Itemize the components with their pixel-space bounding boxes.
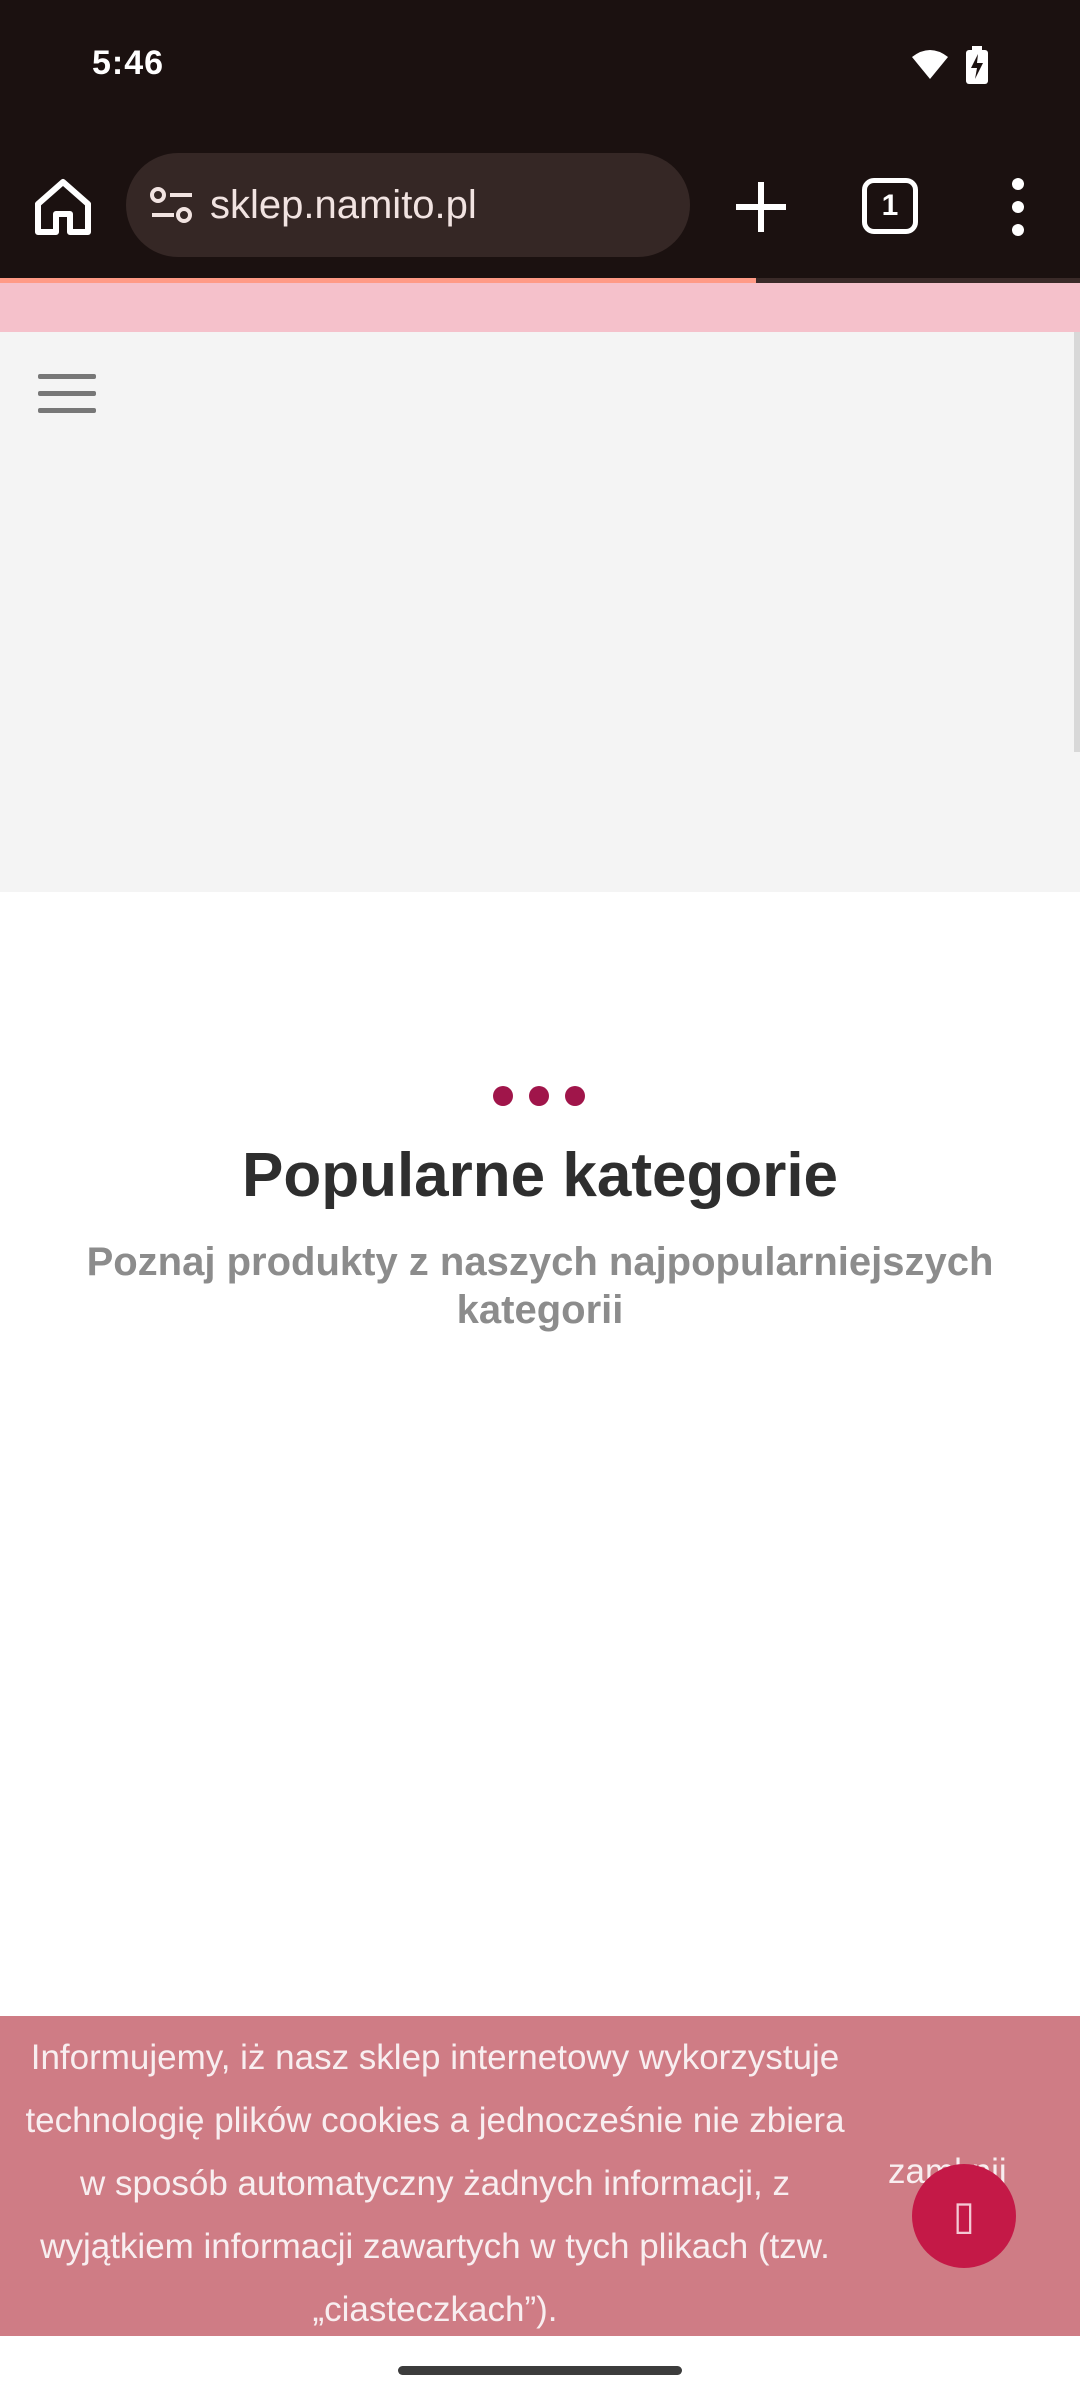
cookie-notice: Informujemy, iż nasz sklep internetowy w… — [0, 2016, 1080, 2336]
cookie-notice-text: Informujemy, iż nasz sklep internetowy w… — [0, 2026, 870, 2341]
floating-action-button[interactable]: ▯ — [912, 2164, 1016, 2268]
more-vert-icon[interactable] — [998, 174, 1038, 240]
battery-charging-icon — [966, 46, 988, 84]
wifi-icon — [912, 50, 948, 79]
cookie-text-line: wyjątkiem informacji zawartych w tych pl… — [40, 2227, 830, 2266]
browser-toolbar: sklep.namito.pl 1 — [0, 136, 1080, 278]
url-text: sklep.namito.pl — [210, 183, 477, 227]
plus-icon[interactable] — [730, 176, 792, 238]
missing-glyph-icon: ▯ — [952, 2194, 975, 2238]
tune-icon[interactable] — [148, 183, 196, 227]
status-time: 5:46 — [92, 44, 165, 82]
hamburger-icon[interactable] — [38, 374, 96, 418]
cookie-text-line: Informujemy, iż nasz sklep internetowy w… — [30, 2038, 840, 2077]
home-icon[interactable] — [30, 174, 96, 240]
status-bar: 5:46 — [0, 0, 1080, 136]
address-bar[interactable]: sklep.namito.pl — [126, 153, 690, 257]
status-icons — [910, 46, 988, 84]
cookie-text-line: „ciasteczkach”). — [312, 2290, 558, 2329]
gesture-nav-handle[interactable] — [398, 2366, 682, 2375]
cookie-text-line: w sposób automatyczny żadnych informacji… — [79, 2164, 791, 2203]
tab-switcher-button[interactable]: 1 — [862, 178, 918, 234]
page-header-area — [0, 332, 1080, 892]
section-title: Popularne kategorie — [241, 1141, 839, 1210]
cookie-text-line: technologię plików cookies a jednocześni… — [25, 2101, 845, 2140]
section-decoration-dots — [493, 1086, 585, 1106]
scrollbar[interactable] — [1074, 332, 1080, 752]
top-banner-strip — [0, 283, 1080, 332]
section-subtitle: Poznaj produkty z naszych najpopularniej… — [86, 1240, 994, 1332]
